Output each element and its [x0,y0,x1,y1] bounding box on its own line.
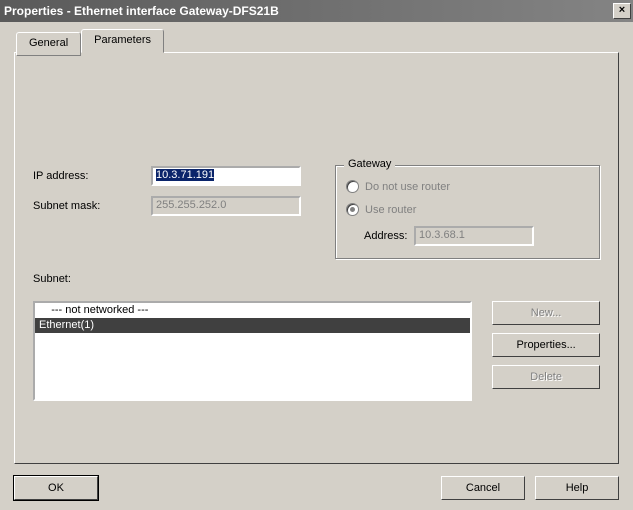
ip-address-input[interactable]: 10.3.71.191 [151,166,301,186]
radio-icon [346,203,359,216]
radio-label: Use router [365,204,416,216]
delete-button[interactable]: Delete [492,365,600,389]
new-button[interactable]: New... [492,301,600,325]
tabpanel-parameters: IP address: 10.3.71.191 Subnet mask: 255… [14,52,619,464]
radio-icon [346,180,359,193]
window-body: General Parameters IP address: 10.3.71.1… [0,22,633,510]
button-label: Delete [530,371,562,383]
properties-button[interactable]: Properties... [492,333,600,357]
ip-address-label: IP address: [33,170,151,182]
ip-block: IP address: 10.3.71.191 Subnet mask: 255… [33,165,317,225]
button-label: Properties... [516,339,575,351]
list-item[interactable]: --- not networked --- [35,303,470,318]
radio-use-router[interactable]: Use router [346,203,589,216]
ip-address-value: 10.3.71.191 [156,169,214,181]
radio-do-not-use-router[interactable]: Do not use router [346,180,589,193]
ok-button[interactable]: OK [14,476,98,500]
gateway-address-value: 10.3.68.1 [419,229,465,241]
gateway-legend: Gateway [344,158,395,170]
subnet-mask-value: 255.255.252.0 [156,199,226,211]
button-label: Cancel [466,482,500,494]
titlebar: Properties - Ethernet interface Gateway-… [0,0,633,22]
button-label: OK [48,482,64,494]
gateway-address-label: Address: [346,230,414,242]
tab-label: Parameters [94,34,151,46]
button-label: Help [566,482,589,494]
subnet-listbox[interactable]: --- not networked --- Ethernet(1) [33,301,472,401]
subnet-mask-label: Subnet mask: [33,200,151,212]
close-button[interactable]: × [613,3,631,19]
close-icon: × [619,4,625,16]
dialog-footer: OK Cancel Help [14,476,619,500]
radio-label: Do not use router [365,181,450,193]
tab-parameters[interactable]: Parameters [81,29,164,53]
gateway-address-input[interactable]: 10.3.68.1 [414,226,534,246]
button-label: New... [531,307,562,319]
tabstrip: General Parameters [16,30,619,54]
subnet-label: Subnet: [33,273,600,285]
tab-label: General [29,37,68,49]
subnet-mask-input[interactable]: 255.255.252.0 [151,196,301,216]
gateway-groupbox: Gateway Do not use router Use router Add… [335,165,600,259]
list-item[interactable]: Ethernet(1) [35,318,470,333]
tab-general[interactable]: General [16,32,81,56]
window-title: Properties - Ethernet interface Gateway-… [4,4,613,18]
cancel-button[interactable]: Cancel [441,476,525,500]
help-button[interactable]: Help [535,476,619,500]
